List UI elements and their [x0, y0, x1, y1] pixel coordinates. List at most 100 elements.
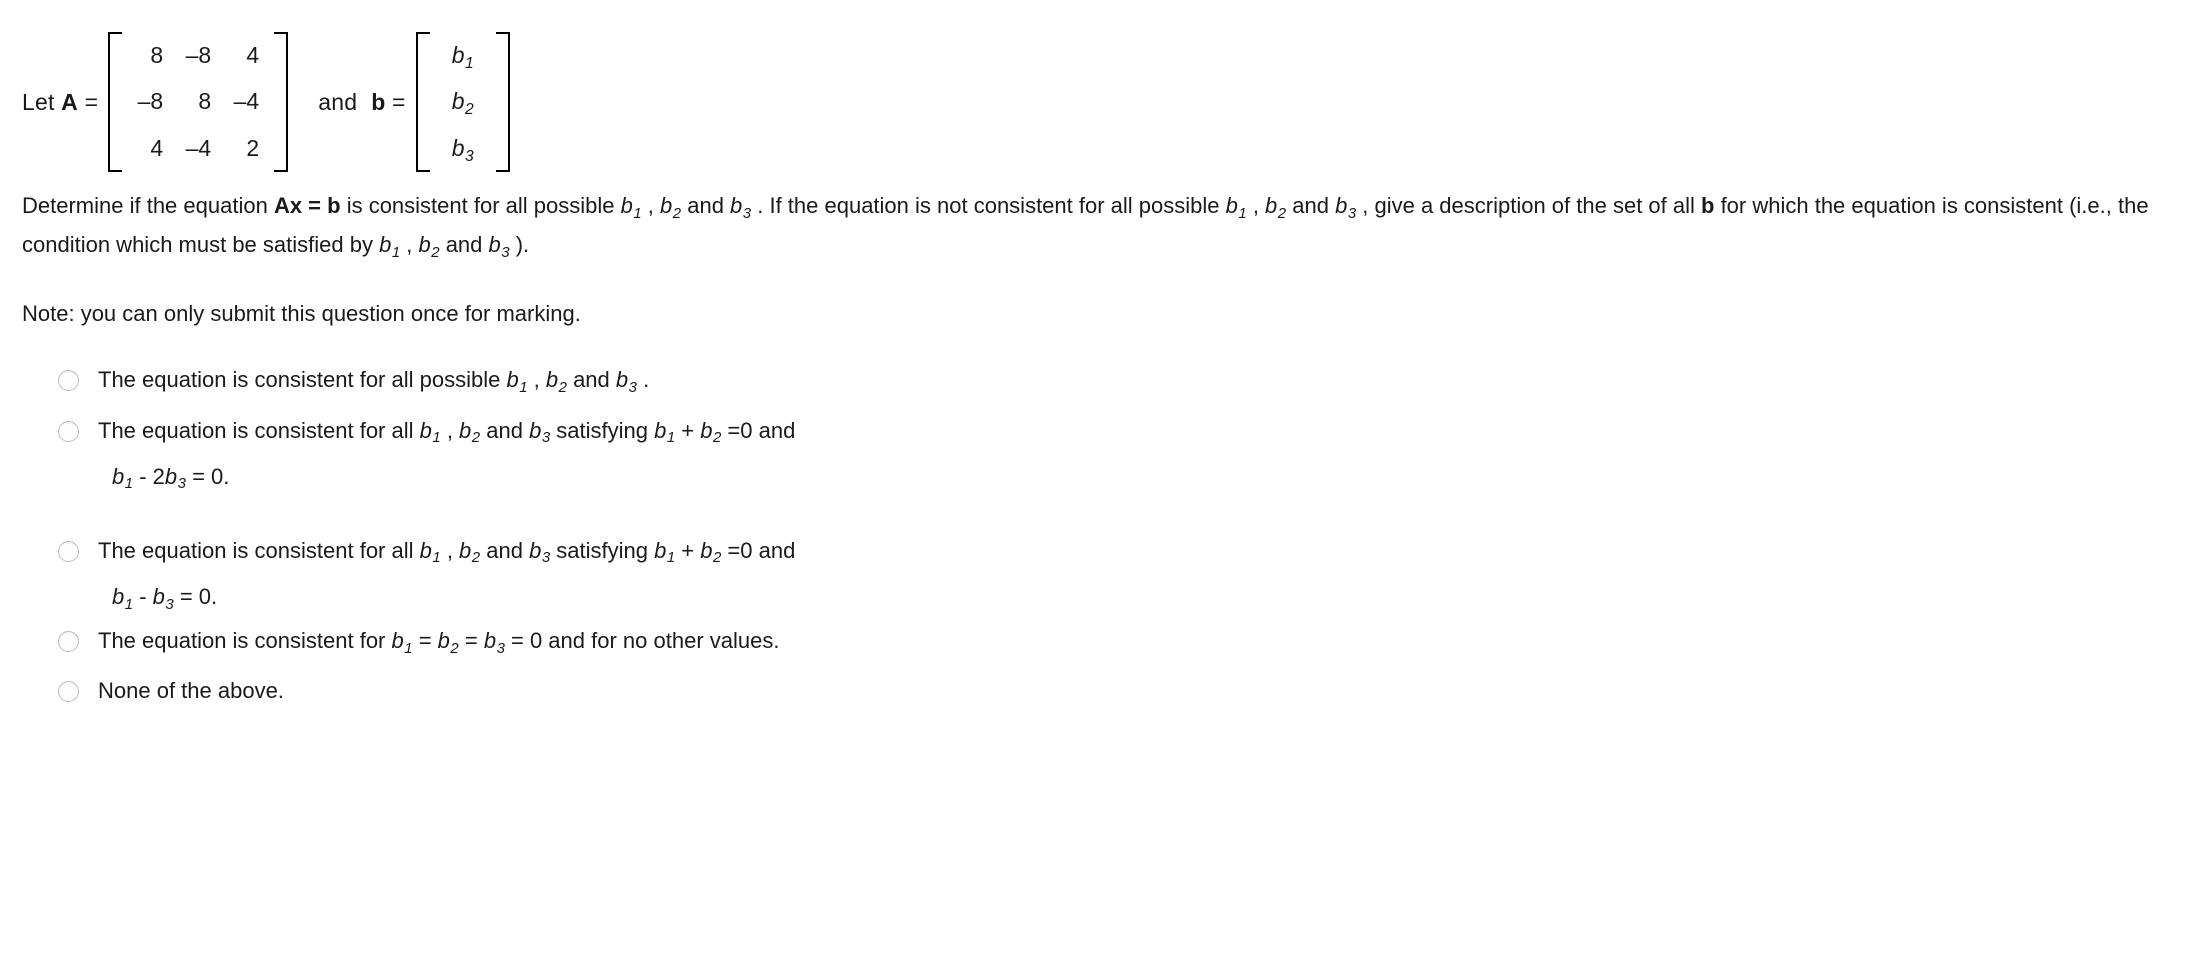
answer-options: The equation is consistent for all possi… [0, 363, 2194, 707]
let-a-equals-label: Let A = [22, 89, 98, 116]
vector-b: b1 b2 b3 [415, 32, 510, 172]
option-3-b3: b3 [529, 537, 551, 567]
vector-b-equals-label: b = [371, 89, 405, 116]
let-text: Let [22, 88, 62, 115]
equals-sign-a: = [77, 88, 99, 115]
question-statement: Determine if the equation Ax = b is cons… [0, 186, 2194, 264]
radio-button-icon-1[interactable] [58, 370, 79, 392]
option-3-cont-b1: b1 [112, 583, 134, 613]
option-2-b5: b2 [700, 417, 722, 447]
option-1[interactable]: The equation is consistent for all possi… [58, 363, 2194, 397]
equals-sign-b: = [385, 88, 406, 115]
question-b8: b2 [418, 232, 440, 261]
question-part-4: , give a description of the set of all [1356, 193, 1701, 218]
matrix-a-cell-2-1: –8 [137, 88, 164, 115]
option-3-continuation: b1 - b3 = 0. [112, 583, 218, 613]
radio-button-icon-2[interactable] [58, 420, 79, 442]
option-spacer [58, 490, 2194, 534]
vector-b-sub-1: 1 [464, 54, 474, 72]
option-2[interactable]: The equation is consistent for all b1 , … [58, 414, 2194, 448]
vector-b-row-3: b3 [434, 125, 492, 172]
option-2-continuation: b1 - 2b3 = 0. [112, 463, 230, 493]
vector-b-sub-3: 3 [464, 148, 474, 166]
question-part-6: ). [509, 232, 530, 258]
question-b4: b1 [1225, 193, 1247, 222]
matrix-a-symbol: A [61, 88, 78, 115]
option-4-b2: b2 [437, 627, 459, 657]
option-5[interactable]: None of the above. [58, 674, 2194, 708]
option-4-b3: b3 [483, 627, 505, 657]
vector-b-sub-2: 2 [464, 101, 474, 119]
option-spacer-2 [58, 610, 2194, 624]
option-1-b3: b3 [615, 367, 637, 397]
question-part-1: Determine if the equation [22, 193, 274, 218]
matrix-a-cell-1-3: 4 [246, 41, 260, 68]
matrix-a-row-1: 8 –8 4 [126, 32, 270, 79]
matrix-a-row-3: 4 –4 2 [126, 125, 270, 172]
question-sep-5: , [400, 232, 419, 258]
matrix-a-cell-2-3: –4 [233, 88, 260, 115]
question-b1: b1 [620, 193, 642, 222]
vector-b-row-1: b1 [434, 32, 492, 79]
equation-ax-equals-b: Ax = b [273, 193, 341, 218]
question-sep-1: , [641, 193, 661, 218]
matrix-a: 8 –8 4 –8 8 –4 4 –4 2 [108, 32, 289, 172]
vector-b-right-bracket [495, 32, 510, 172]
question-b2: b2 [660, 193, 682, 222]
matrix-a-cell-1-2: –8 [185, 41, 212, 68]
matrix-a-right-bracket [274, 32, 289, 172]
question-b9: b3 [488, 232, 510, 261]
matrix-a-table: 8 –8 4 –8 8 –4 4 –4 2 [126, 32, 270, 172]
question-b6: b3 [1335, 193, 1357, 222]
question-b3: b3 [730, 193, 752, 222]
matrix-a-cell-1-1: 8 [150, 41, 164, 68]
vector-b-cell-2: b2 [434, 79, 492, 126]
radio-button-icon-5[interactable] [58, 680, 79, 702]
matrix-a-row-2: –8 8 –4 [126, 79, 270, 126]
question-sep-6: and [439, 232, 489, 258]
option-3-b2: b2 [459, 537, 481, 567]
and-label: and [318, 88, 358, 115]
option-3-label: The equation is consistent for all b1 , … [98, 537, 796, 567]
question-sep-4: and [1286, 193, 1336, 218]
vector-b-table: b1 b2 b3 [434, 32, 492, 172]
vector-b-base-1: b [451, 41, 465, 68]
option-2-b3: b3 [529, 417, 551, 447]
radio-button-icon-3[interactable] [58, 540, 79, 562]
question-page: Let A = 8 –8 4 –8 8 –4 4 –4 2 and b = b1… [0, 0, 2194, 708]
option-3-b4: b1 [654, 537, 676, 567]
vector-b-cell-3: b3 [434, 125, 492, 172]
vector-b-base-2: b [451, 88, 465, 115]
option-2-cont-b1: b1 [112, 463, 134, 493]
vector-b-symbol: b [371, 88, 386, 115]
question-b5: b2 [1265, 193, 1287, 222]
option-3[interactable]: The equation is consistent for all b1 , … [58, 534, 2194, 568]
matrix-a-cell-3-3: 2 [246, 135, 260, 162]
option-5-label: None of the above. [98, 677, 284, 703]
vector-b-base-3: b [451, 135, 465, 162]
option-1-b1: b1 [506, 367, 528, 397]
option-2-cont-b3: b3 [164, 463, 186, 493]
matrix-definition-row: Let A = 8 –8 4 –8 8 –4 4 –4 2 and b = b1… [0, 0, 2194, 176]
option-3-b1: b1 [419, 537, 441, 567]
option-4-label: The equation is consistent for b1 = b2 =… [98, 627, 780, 657]
radio-button-icon-4[interactable] [58, 630, 79, 652]
vector-b-cell-1: b1 [434, 32, 492, 79]
question-sep-3: , [1246, 193, 1266, 218]
question-b-bold: b [1701, 193, 1715, 218]
question-part-2: is consistent for all possible [340, 193, 621, 218]
option-4[interactable]: The equation is consistent for b1 = b2 =… [58, 624, 2194, 658]
vector-b-row-2: b2 [434, 79, 492, 126]
matrix-a-left-bracket [108, 32, 123, 172]
question-b7: b1 [379, 232, 401, 261]
vector-b-left-bracket [415, 32, 430, 172]
option-3-cont-b3: b3 [152, 583, 174, 613]
marking-note: Note: you can only submit this question … [22, 301, 581, 327]
option-2-b4: b1 [654, 417, 676, 447]
question-sep-2: and [681, 193, 731, 218]
matrix-a-cell-3-2: –4 [185, 135, 212, 162]
question-part-3: . If the equation is not consistent for … [751, 193, 1226, 218]
matrix-a-cell-3-1: 4 [150, 135, 164, 162]
option-2-b2: b2 [459, 417, 481, 447]
option-1-b2: b2 [545, 367, 567, 397]
